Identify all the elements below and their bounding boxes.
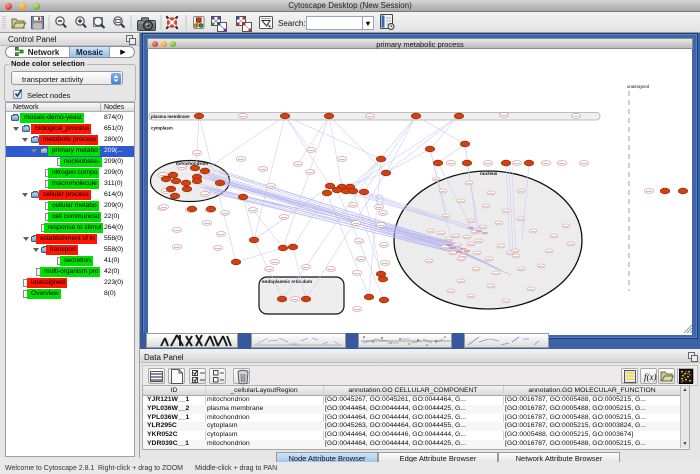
svg-text:plasma membrane: plasma membrane	[151, 114, 190, 119]
svg-text:f(x): f(x)	[644, 372, 657, 382]
svg-text:cytoplasm: cytoplasm	[151, 126, 173, 131]
svg-text:nucleus: nucleus	[480, 171, 498, 176]
svg-text:unassigned: unassigned	[627, 84, 650, 89]
svg-text:endoplasmic reticulum: endoplasmic reticulum	[262, 279, 312, 284]
